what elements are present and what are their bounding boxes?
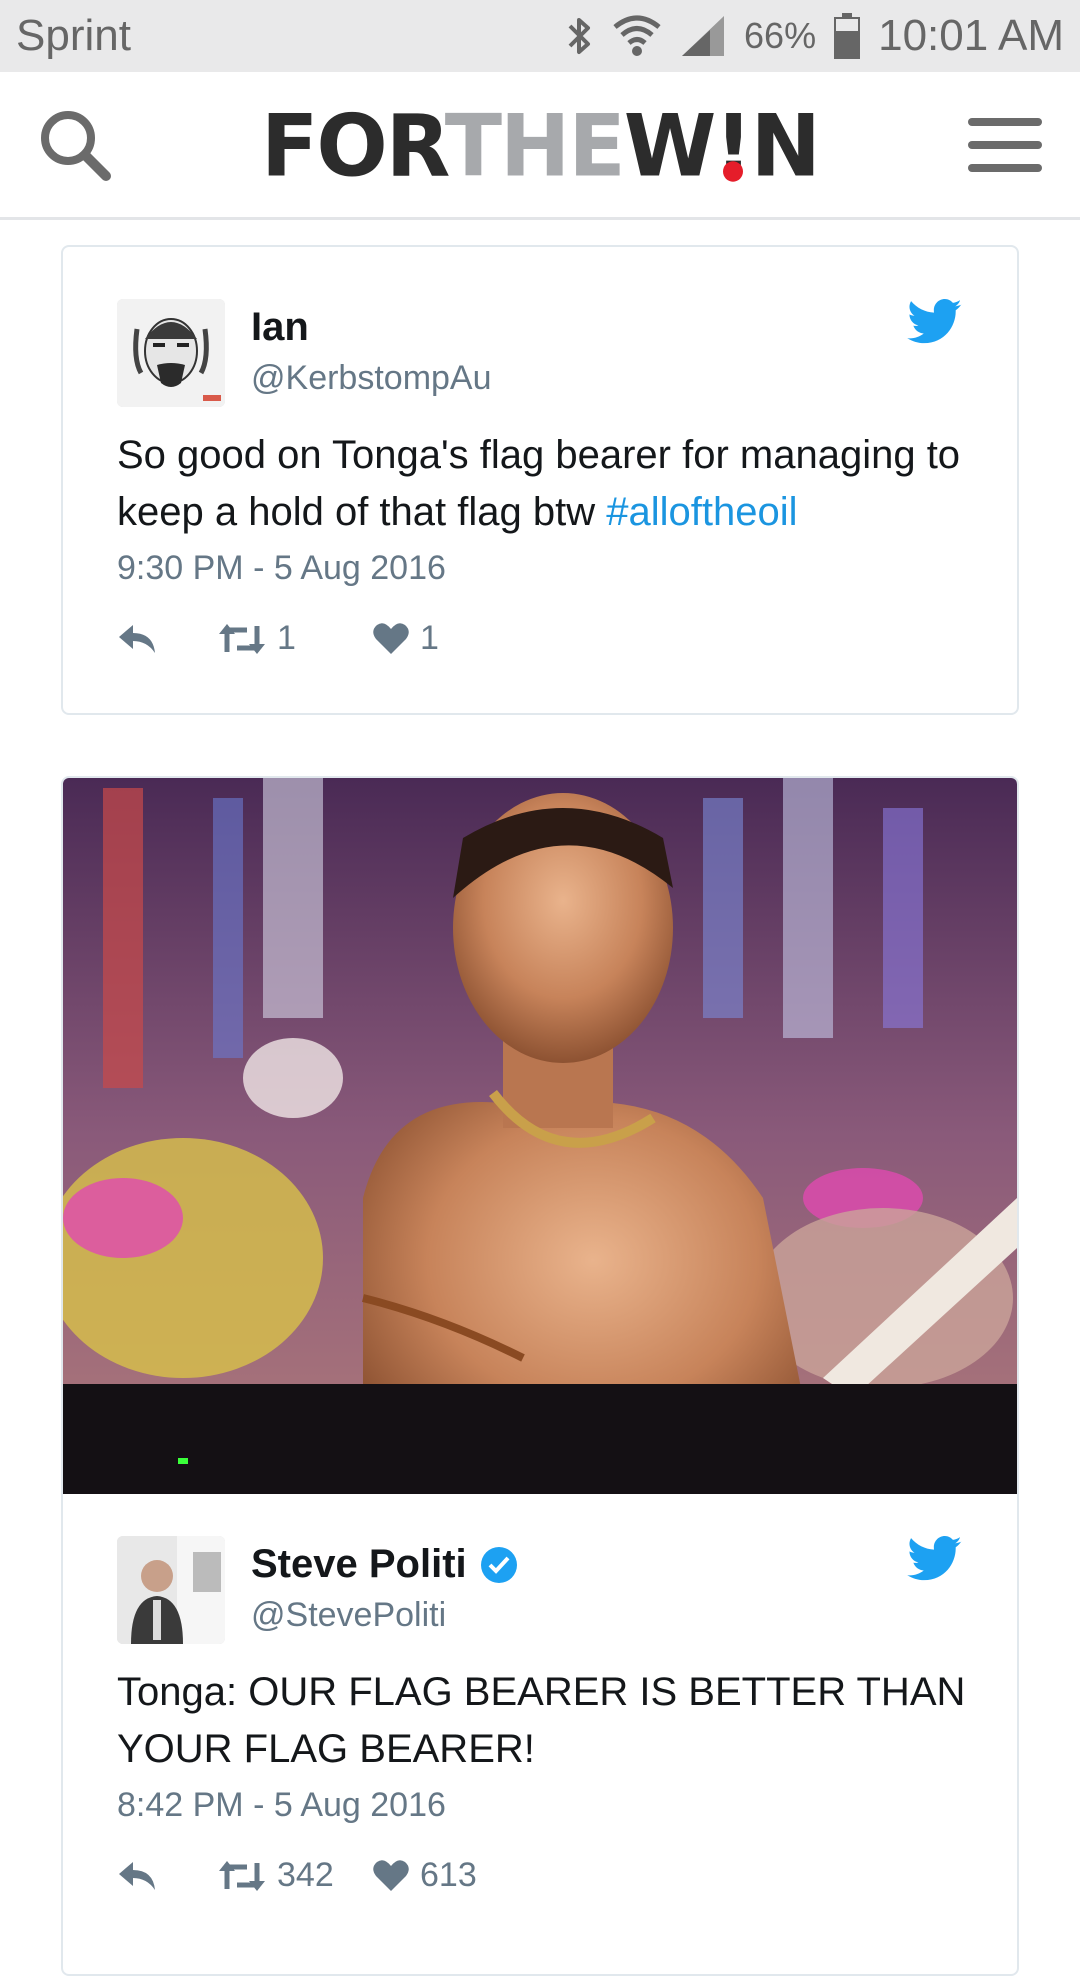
logo-part-the: THE bbox=[444, 96, 626, 196]
retweet-icon bbox=[219, 623, 265, 654]
clock: 10:01 AM bbox=[878, 11, 1064, 60]
user-name[interactable]: Ian bbox=[251, 305, 309, 350]
tweet-media-photo[interactable] bbox=[63, 778, 1017, 1494]
avatar[interactable] bbox=[117, 299, 225, 407]
heart-icon bbox=[373, 622, 409, 654]
twitter-bird-icon[interactable] bbox=[907, 1536, 963, 1586]
retweet-button[interactable]: 342 bbox=[217, 1856, 372, 1895]
like-button[interactable]: 1 bbox=[372, 619, 522, 658]
reply-icon bbox=[119, 1861, 155, 1890]
like-count: 1 bbox=[420, 619, 439, 657]
logo-part-w: W bbox=[623, 96, 717, 196]
tweet-text: So good on Tonga's flag bearer for manag… bbox=[117, 433, 961, 534]
retweet-count: 342 bbox=[277, 1856, 334, 1894]
status-icons: 66% 10:01 AM bbox=[566, 11, 1064, 61]
tweet-card[interactable]: Ian @KerbstompAu So good on Tonga's flag… bbox=[61, 245, 1019, 715]
hashtag-link[interactable]: #alloftheoil bbox=[606, 490, 797, 534]
retweet-button[interactable]: 1 bbox=[217, 619, 372, 658]
bluetooth-icon bbox=[566, 14, 594, 58]
battery-percent: 66% bbox=[744, 15, 817, 56]
retweet-icon bbox=[219, 1860, 265, 1891]
heart-icon bbox=[373, 1859, 409, 1891]
avatar[interactable] bbox=[117, 1536, 225, 1644]
tweet-actions: 1 1 bbox=[117, 619, 522, 658]
reply-button[interactable] bbox=[117, 623, 217, 655]
tweet-timestamp[interactable]: 8:42 PM - 5 Aug 2016 bbox=[117, 1786, 446, 1825]
twitter-bird-icon[interactable] bbox=[907, 299, 963, 349]
tweet-actions: 342 613 bbox=[117, 1856, 522, 1895]
app-header: FORTHEW! N bbox=[0, 72, 1080, 220]
verified-badge-icon bbox=[480, 1546, 517, 1583]
like-count: 613 bbox=[420, 1856, 477, 1894]
reply-button[interactable] bbox=[117, 1860, 217, 1892]
logo-part-for: FOR bbox=[261, 96, 447, 196]
tweet-card[interactable]: Steve Politi @StevePoliti Tonga: OUR FLA… bbox=[61, 776, 1019, 1976]
user-handle[interactable]: @StevePoliti bbox=[251, 1596, 446, 1635]
user-handle[interactable]: @KerbstompAu bbox=[251, 359, 492, 398]
user-name[interactable]: Steve Politi bbox=[251, 1542, 519, 1587]
carrier-label: Sprint bbox=[16, 11, 131, 60]
tweet-text: Tonga: OUR FLAG BEARER IS BETTER THAN YO… bbox=[117, 1670, 966, 1771]
tweet-timestamp[interactable]: 9:30 PM - 5 Aug 2016 bbox=[117, 549, 446, 588]
like-button[interactable]: 613 bbox=[372, 1856, 522, 1895]
retweet-count: 1 bbox=[277, 619, 296, 657]
logo-part-n: N bbox=[750, 96, 821, 196]
signal-icon bbox=[680, 14, 726, 58]
hamburger-menu-icon[interactable] bbox=[968, 118, 1042, 174]
logo-exclaim: ! bbox=[714, 96, 752, 196]
wifi-icon bbox=[612, 15, 662, 57]
reply-icon bbox=[119, 624, 155, 653]
status-bar: Sprint 66% 10:01 AM bbox=[0, 0, 1080, 72]
site-logo[interactable]: FORTHEW! N bbox=[0, 99, 1080, 193]
battery-icon bbox=[834, 13, 861, 59]
